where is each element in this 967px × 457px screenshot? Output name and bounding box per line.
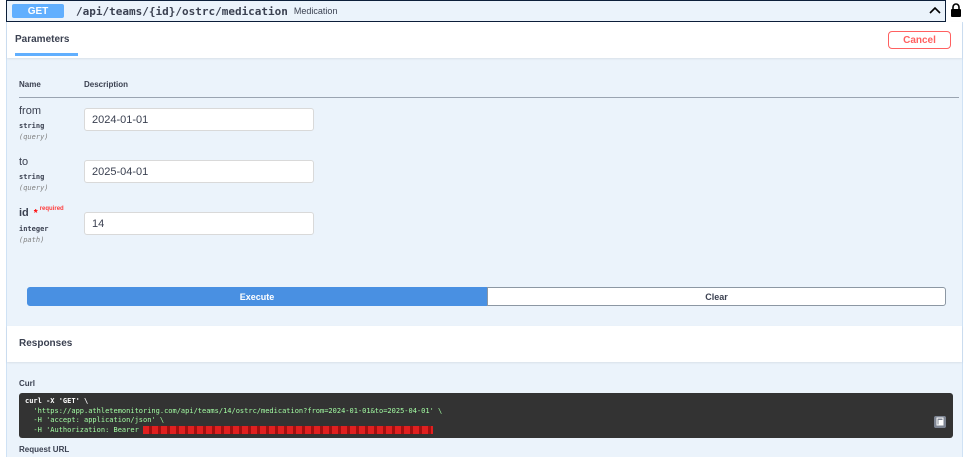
- curl-line: -H 'accept: application/json' \: [25, 416, 165, 424]
- param-name-from: from: [19, 105, 41, 117]
- param-type-to: string: [19, 173, 45, 181]
- cancel-button[interactable]: Cancel: [888, 31, 951, 49]
- endpoint-summary: Medication: [293, 6, 338, 16]
- param-type-from: string: [19, 122, 45, 130]
- clear-button[interactable]: Clear: [487, 287, 946, 306]
- curl-line: -H 'Authorization: Bearer: [25, 425, 947, 436]
- curl-line: 'https://app.athletemonitoring.com/api/t…: [25, 406, 443, 415]
- param-name-to: to: [19, 156, 29, 168]
- required-label: required: [39, 206, 64, 212]
- required-star: *: [33, 208, 38, 219]
- column-header-description: Description: [84, 80, 129, 89]
- param-type-id: integer: [19, 225, 49, 233]
- tab-parameters[interactable]: Parameters: [15, 34, 69, 45]
- redacted-token: [143, 425, 434, 434]
- chevron-up-icon: [929, 6, 941, 14]
- active-tab-indicator: [15, 53, 78, 56]
- operation-summary[interactable]: GET /api/teams/{id}/ostrc/medication Med…: [6, 0, 946, 22]
- param-name-id-text: id: [19, 207, 29, 219]
- curl-label: Curl: [19, 379, 35, 388]
- from-input[interactable]: [84, 108, 314, 131]
- collapse-button[interactable]: [927, 2, 943, 18]
- to-input[interactable]: [84, 160, 314, 183]
- param-location-from: (query): [19, 133, 49, 141]
- method-badge: GET: [12, 4, 64, 18]
- curl-auth-header: -H 'Authorization: Bearer: [25, 425, 144, 434]
- responses-title: Responses: [19, 338, 73, 349]
- execute-button[interactable]: Execute: [27, 287, 487, 306]
- curl-code-block[interactable]: curl -X 'GET' \ 'https://app.athletemoni…: [19, 393, 953, 438]
- column-header-name: Name: [19, 80, 41, 89]
- curl-line: curl -X 'GET' \: [25, 397, 89, 405]
- parameters-header: Parameters Cancel: [7, 22, 962, 58]
- endpoint-path: /api/teams/{id}/ostrc/medication: [76, 4, 288, 18]
- copy-icon[interactable]: [934, 416, 946, 428]
- id-input[interactable]: [84, 212, 314, 235]
- request-url-label: Request URL: [19, 445, 70, 454]
- param-name-id: id * required: [19, 206, 64, 219]
- param-location-id: (path): [19, 236, 45, 244]
- lock-icon[interactable]: [950, 3, 962, 17]
- responses-header: Responses: [7, 326, 962, 362]
- operation-body: Parameters Cancel Name Description from …: [6, 22, 963, 457]
- execute-button-group: Execute Clear: [27, 287, 946, 306]
- param-location-to: (query): [19, 184, 49, 192]
- header-divider: [19, 97, 959, 98]
